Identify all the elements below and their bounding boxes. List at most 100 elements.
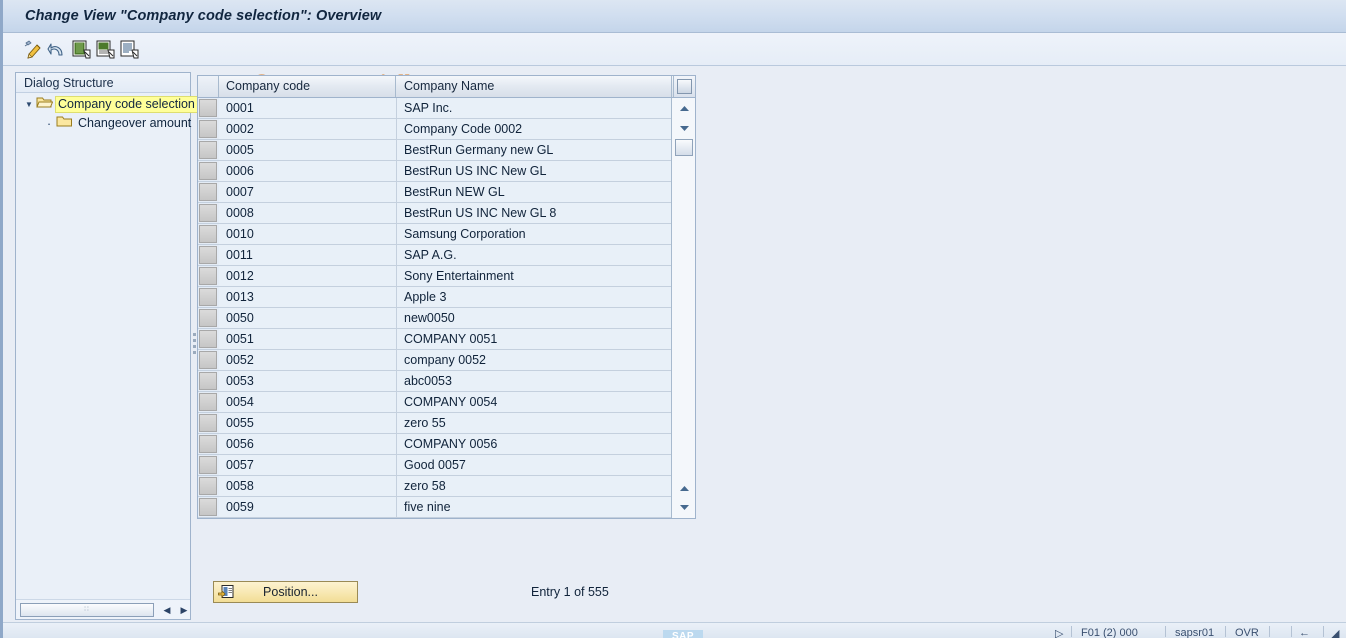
table-row[interactable]: 0010 Samsung Corporation bbox=[198, 224, 672, 245]
status-resize-grip-icon[interactable]: ◢ bbox=[1331, 627, 1339, 638]
row-select-button[interactable] bbox=[199, 330, 217, 348]
cell-company-name[interactable]: Company Code 0002 bbox=[397, 119, 672, 139]
cell-company-name[interactable]: abc0053 bbox=[397, 371, 672, 391]
row-select-button[interactable] bbox=[199, 162, 217, 180]
row-select-button[interactable] bbox=[199, 267, 217, 285]
table-row[interactable]: 0005 BestRun Germany new GL bbox=[198, 140, 672, 161]
table-row[interactable]: 0052 company 0052 bbox=[198, 350, 672, 371]
cell-company-code[interactable]: 0012 bbox=[219, 266, 397, 286]
cell-company-name[interactable]: BestRun NEW GL bbox=[397, 182, 672, 202]
cell-company-name[interactable]: Good 0057 bbox=[397, 455, 672, 475]
display-change-icon[interactable] bbox=[22, 38, 44, 60]
new-entries-icon[interactable] bbox=[70, 38, 92, 60]
cell-company-name[interactable]: SAP Inc. bbox=[397, 98, 672, 118]
table-row[interactable]: 0012 Sony Entertainment bbox=[198, 266, 672, 287]
row-select-button[interactable] bbox=[199, 309, 217, 327]
cell-company-name[interactable]: zero 58 bbox=[397, 476, 672, 496]
cell-company-code[interactable]: 0008 bbox=[219, 203, 397, 223]
table-row[interactable]: 0053 abc0053 bbox=[198, 371, 672, 392]
cell-company-name[interactable]: new0050 bbox=[397, 308, 672, 328]
cell-company-name[interactable]: COMPANY 0056 bbox=[397, 434, 672, 454]
row-select-button[interactable] bbox=[199, 141, 217, 159]
undo-icon[interactable] bbox=[46, 38, 68, 60]
tree-item-company-code-selection[interactable]: ▼ Company code selection bbox=[16, 95, 198, 114]
table-corner-button[interactable] bbox=[673, 76, 695, 97]
status-back-icon[interactable]: ← bbox=[1299, 627, 1310, 638]
table-row[interactable]: 0002 Company Code 0002 bbox=[198, 119, 672, 140]
cell-company-name[interactable]: company 0052 bbox=[397, 350, 672, 370]
row-select-button[interactable] bbox=[199, 456, 217, 474]
table-row[interactable]: 0054 COMPANY 0054 bbox=[198, 392, 672, 413]
row-select-button[interactable] bbox=[199, 120, 217, 138]
tree-scroll-left-icon[interactable]: ◀ bbox=[160, 603, 174, 617]
cell-company-name[interactable]: BestRun US INC New GL 8 bbox=[397, 203, 672, 223]
cell-company-name[interactable]: zero 55 bbox=[397, 413, 672, 433]
tree-scroll-thumb[interactable]: ∷ bbox=[20, 603, 154, 617]
cell-company-code[interactable]: 0011 bbox=[219, 245, 397, 265]
page-down-icon[interactable] bbox=[675, 498, 693, 515]
table-row[interactable]: 0008 BestRun US INC New GL 8 bbox=[198, 203, 672, 224]
table-row[interactable]: 0011 SAP A.G. bbox=[198, 245, 672, 266]
cell-company-name[interactable]: BestRun Germany new GL bbox=[397, 140, 672, 160]
row-select-button[interactable] bbox=[199, 393, 217, 411]
table-row[interactable]: 0057 Good 0057 bbox=[198, 455, 672, 476]
cell-company-code[interactable]: 0051 bbox=[219, 329, 397, 349]
row-select-button[interactable] bbox=[199, 99, 217, 117]
expand-twisty-icon[interactable]: ▼ bbox=[22, 95, 36, 114]
row-select-button[interactable] bbox=[199, 351, 217, 369]
row-select-button[interactable] bbox=[199, 246, 217, 264]
row-select-button[interactable] bbox=[199, 435, 217, 453]
table-row[interactable]: 0059 five nine bbox=[198, 497, 672, 518]
cell-company-code[interactable]: 0055 bbox=[219, 413, 397, 433]
position-button[interactable]: Position... bbox=[213, 581, 358, 603]
cell-company-name[interactable]: COMPANY 0051 bbox=[397, 329, 672, 349]
cell-company-code[interactable]: 0002 bbox=[219, 119, 397, 139]
tree-scroll-right-icon[interactable]: ▶ bbox=[177, 603, 191, 617]
page-up-icon[interactable] bbox=[675, 480, 693, 497]
cell-company-name[interactable]: Apple 3 bbox=[397, 287, 672, 307]
cell-company-name[interactable]: Samsung Corporation bbox=[397, 224, 672, 244]
table-row[interactable]: 0056 COMPANY 0056 bbox=[198, 434, 672, 455]
cell-company-code[interactable]: 0059 bbox=[219, 497, 397, 517]
table-row[interactable]: 0006 BestRun US INC New GL bbox=[198, 161, 672, 182]
tree-item-changeover-amount[interactable]: · Changeover amount bbox=[16, 114, 191, 133]
row-select-button[interactable] bbox=[199, 372, 217, 390]
table-row[interactable]: 0055 zero 55 bbox=[198, 413, 672, 434]
cell-company-name[interactable]: five nine bbox=[397, 497, 672, 517]
cell-company-code[interactable]: 0053 bbox=[219, 371, 397, 391]
row-select-button[interactable] bbox=[199, 498, 217, 516]
table-row[interactable]: 0007 BestRun NEW GL bbox=[198, 182, 672, 203]
column-header-company-code[interactable]: Company code bbox=[219, 76, 396, 97]
cell-company-name[interactable]: COMPANY 0054 bbox=[397, 392, 672, 412]
row-select-button[interactable] bbox=[199, 204, 217, 222]
table-row[interactable]: 0013 Apple 3 bbox=[198, 287, 672, 308]
table-row[interactable]: 0001 SAP Inc. bbox=[198, 98, 672, 119]
table-row[interactable]: 0058 zero 58 bbox=[198, 476, 672, 497]
row-select-button[interactable] bbox=[199, 183, 217, 201]
table-row[interactable]: 0051 COMPANY 0051 bbox=[198, 329, 672, 350]
tree-horizontal-scrollbar[interactable]: ∷ ◀ ▶ bbox=[16, 599, 190, 619]
copy-as-icon[interactable] bbox=[94, 38, 116, 60]
cell-company-name[interactable]: Sony Entertainment bbox=[397, 266, 672, 286]
row-select-button[interactable] bbox=[199, 477, 217, 495]
status-insert-mode[interactable]: OVR bbox=[1235, 627, 1259, 638]
table-vertical-scrollbar[interactable] bbox=[671, 98, 695, 518]
scroll-down-icon[interactable] bbox=[675, 119, 693, 136]
status-system[interactable]: F01 (2) 000 bbox=[1081, 627, 1138, 638]
cell-company-code[interactable]: 0013 bbox=[219, 287, 397, 307]
column-header-company-name[interactable]: Company Name bbox=[397, 76, 672, 97]
row-select-button[interactable] bbox=[199, 414, 217, 432]
cell-company-code[interactable]: 0056 bbox=[219, 434, 397, 454]
row-select-button[interactable] bbox=[199, 225, 217, 243]
row-select-button[interactable] bbox=[199, 288, 217, 306]
cell-company-code[interactable]: 0058 bbox=[219, 476, 397, 496]
details-icon[interactable] bbox=[118, 38, 140, 60]
cell-company-code[interactable]: 0050 bbox=[219, 308, 397, 328]
select-all-column-header[interactable] bbox=[198, 76, 219, 97]
cell-company-code[interactable]: 0010 bbox=[219, 224, 397, 244]
cell-company-code[interactable]: 0054 bbox=[219, 392, 397, 412]
cell-company-code[interactable]: 0007 bbox=[219, 182, 397, 202]
cell-company-code[interactable]: 0052 bbox=[219, 350, 397, 370]
cell-company-code[interactable]: 0057 bbox=[219, 455, 397, 475]
cell-company-code[interactable]: 0001 bbox=[219, 98, 397, 118]
